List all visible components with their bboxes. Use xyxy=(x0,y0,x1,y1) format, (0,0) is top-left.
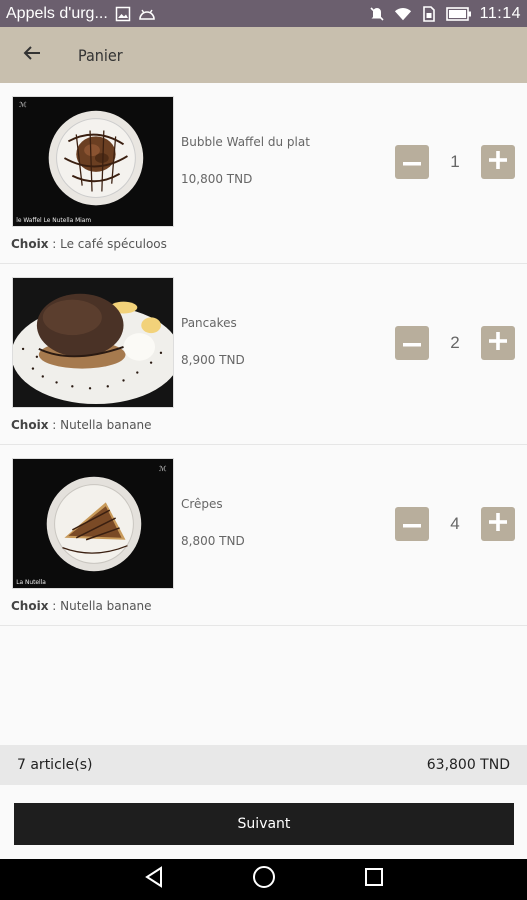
next-button[interactable]: Suivant xyxy=(14,803,514,845)
increase-quantity-button[interactable] xyxy=(481,145,515,179)
item-name: Bubble Waffel du plat xyxy=(181,135,310,149)
quantity-value: 4 xyxy=(450,514,460,533)
minus-icon xyxy=(403,153,421,171)
triangle-back-icon xyxy=(143,866,165,893)
quantity-value: 1 xyxy=(450,152,460,171)
sim-icon xyxy=(420,5,438,22)
nav-home-button[interactable] xyxy=(251,865,277,894)
product-image[interactable]: La Nutella ℳ xyxy=(12,458,174,589)
notification-text: Appels d'urg... xyxy=(6,4,108,22)
increase-quantity-button[interactable] xyxy=(481,507,515,541)
choice-label: Choix xyxy=(11,237,49,251)
plus-icon xyxy=(489,150,507,174)
choice-label: Choix xyxy=(11,418,49,432)
minus-icon xyxy=(403,515,421,533)
cart-total: 63,800 TND xyxy=(426,757,510,773)
decrease-quantity-button[interactable] xyxy=(395,145,429,179)
item-count: 7 article(s) xyxy=(17,757,93,773)
app-bar: Panier xyxy=(0,27,527,83)
plus-icon xyxy=(489,512,507,536)
product-image[interactable] xyxy=(12,277,174,408)
choice-label: Choix xyxy=(11,599,49,613)
square-recents-icon xyxy=(363,866,385,893)
item-price: 8,900 TND xyxy=(181,353,245,367)
cart-summary: 7 article(s) 63,800 TND xyxy=(0,745,527,785)
nav-back-button[interactable] xyxy=(141,866,167,893)
item-name: Crêpes xyxy=(181,497,223,511)
item-choice: Choix : Nutella banane xyxy=(11,599,152,613)
minus-icon xyxy=(403,334,421,352)
product-image[interactable]: le Waffel Le Nutella Miam ℳ xyxy=(12,96,174,227)
clock: 11:14 xyxy=(479,4,521,22)
svg-text:ℳ: ℳ xyxy=(19,101,27,109)
cart-item-pancakes: Pancakes 8,900 TND 2 Choix : Nutella ban… xyxy=(0,264,527,445)
system-nav-bar xyxy=(0,859,527,900)
thumb-caption: La Nutella xyxy=(16,580,46,586)
item-name: Pancakes xyxy=(181,316,237,330)
item-choice: Choix : Nutella banane xyxy=(11,418,152,432)
item-choice: Choix : Le café spéculoos xyxy=(11,237,167,251)
quantity-value: 2 xyxy=(450,333,460,352)
choice-value: : Le café spéculoos xyxy=(48,237,167,251)
page-title: Panier xyxy=(78,45,123,65)
thumb-caption: le Waffel Le Nutella Miam xyxy=(16,218,91,224)
status-bar: Appels d'urg... 11:14 xyxy=(0,0,527,27)
svg-text:ℳ: ℳ xyxy=(159,465,167,473)
decrease-quantity-button[interactable] xyxy=(395,326,429,360)
nav-recents-button[interactable] xyxy=(361,867,387,893)
decrease-quantity-button[interactable] xyxy=(395,507,429,541)
mute-icon xyxy=(368,6,386,22)
item-price: 8,800 TND xyxy=(181,534,245,548)
cart-list: le Waffel Le Nutella Miam ℳ Bubble Waffe… xyxy=(0,83,527,626)
circle-home-icon xyxy=(252,865,276,894)
android-icon xyxy=(138,6,156,22)
plus-icon xyxy=(489,331,507,355)
choice-value: : Nutella banane xyxy=(48,599,152,613)
cart-item-crepes: La Nutella ℳ Crêpes 8,800 TND 4 Choix : … xyxy=(0,445,527,626)
back-button[interactable] xyxy=(0,27,64,83)
cart-item-bubble-waffel: le Waffel Le Nutella Miam ℳ Bubble Waffe… xyxy=(0,83,527,264)
choice-value: : Nutella banane xyxy=(48,418,152,432)
image-icon xyxy=(114,6,132,22)
increase-quantity-button[interactable] xyxy=(481,326,515,360)
wifi-icon xyxy=(394,6,412,22)
item-price: 10,800 TND xyxy=(181,172,253,186)
battery-icon xyxy=(445,6,472,22)
arrow-left-icon xyxy=(23,45,41,66)
